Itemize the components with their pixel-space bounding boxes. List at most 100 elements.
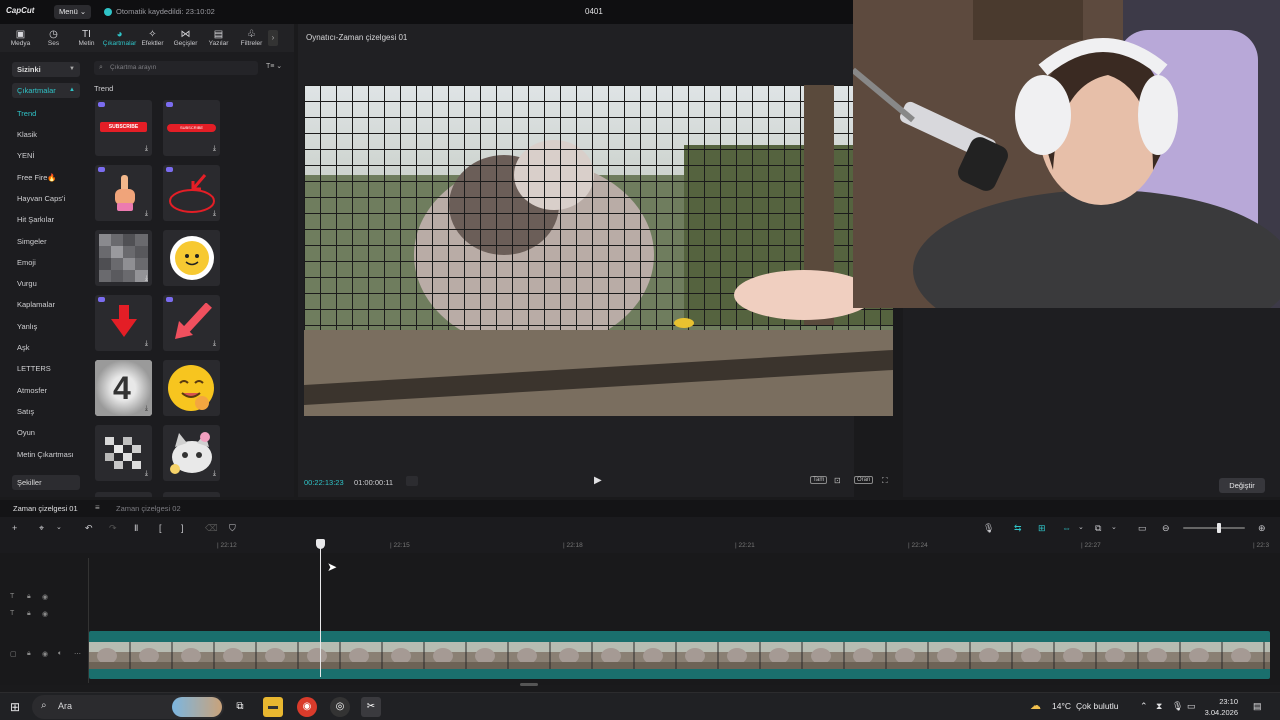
category-item[interactable]: Free Fire🔥	[17, 173, 57, 182]
lock-icon[interactable]: 🔒︎	[27, 593, 31, 601]
timeline-scrollbar[interactable]	[520, 683, 538, 686]
chrome-icon[interactable]: ◉	[297, 697, 317, 717]
category-item[interactable]: Emoji	[17, 258, 36, 267]
taskbar-clock[interactable]: 23:10 3.04.2026	[1200, 696, 1238, 718]
sticker-sun-flower[interactable]	[163, 230, 220, 286]
play-button[interactable]: ▶	[594, 475, 602, 486]
fullscreen-mode-button[interactable]: Tam	[810, 476, 828, 484]
microphone-icon[interactable]: 🎙	[1172, 701, 1183, 712]
capcut-icon[interactable]: ✂	[361, 697, 381, 717]
zoom-out-icon[interactable]: ⊖	[1162, 523, 1170, 534]
trim-right-icon[interactable]: ]	[181, 523, 184, 533]
chevron-down-icon[interactable]: ⌄	[1111, 523, 1117, 531]
fullscreen-icon[interactable]: ⛶	[882, 476, 888, 486]
task-view-icon[interactable]: ⧉	[230, 697, 250, 717]
category-item[interactable]: YENİ	[17, 151, 35, 160]
tab-captions[interactable]: ▤ Yazılar	[202, 24, 235, 52]
sticker-pixel-blur-2[interactable]: ⤓	[95, 425, 152, 481]
tab-audio[interactable]: ◷ Ses	[37, 24, 70, 52]
category-item[interactable]: Yanlış	[17, 322, 37, 331]
audio-device-icon[interactable]: ⧗	[1156, 701, 1162, 712]
category-item[interactable]: Hayvan Caps'i	[17, 194, 65, 203]
shapes-dropdown[interactable]: Şekiller	[12, 475, 80, 490]
sticker-subscribe-bell[interactable]: SUBSCRIBE ⤓	[163, 100, 220, 156]
sticker-hand-pointing[interactable]: ⤓	[95, 165, 152, 221]
sticker-red-circle-arrow[interactable]: ⤓	[163, 165, 220, 221]
tab-transitions[interactable]: ⋈ Geçişler	[169, 24, 202, 52]
display-icon[interactable]: ▭	[1187, 701, 1196, 712]
category-item[interactable]: Klasik	[17, 130, 37, 139]
aspect-ratio-button[interactable]: Oran	[854, 476, 874, 484]
category-item[interactable]: Aşk	[17, 343, 30, 352]
tray-chevron-icon[interactable]: ⌃	[1140, 701, 1148, 712]
notification-icon[interactable]: ▤	[1253, 701, 1262, 712]
timeline-ruler[interactable]: | 22:12 | 22:15 | 22:18 | 22:21 | 22:24 …	[0, 539, 1280, 553]
split-view-icon[interactable]: ⧉	[1095, 523, 1101, 534]
playhead-handle[interactable]	[316, 539, 325, 549]
sticker-yummy-emoji[interactable]	[163, 360, 220, 416]
chevron-down-icon[interactable]: ⌄	[56, 523, 62, 531]
zoom-in-icon[interactable]: ⊕	[1258, 523, 1266, 534]
screenshot-icon[interactable]: ⊡	[834, 476, 841, 485]
zoom-slider-handle[interactable]	[1217, 523, 1221, 533]
menu-button[interactable]: Menü ⌄	[54, 5, 92, 19]
speaker-icon[interactable]: 🔈︎	[58, 650, 62, 658]
stickers-dropdown[interactable]: Çıkartmalar ▲	[12, 83, 80, 98]
tab-timeline-1[interactable]: Zaman çizelgesi 01	[13, 504, 78, 513]
microphone-icon[interactable]: 🎙	[983, 523, 994, 534]
category-item[interactable]: Vurgu	[17, 279, 37, 288]
playhead-line[interactable]	[320, 539, 321, 677]
lock-icon[interactable]: 🔒︎	[27, 610, 31, 618]
sticker-pixel-blur[interactable]: ⤓	[95, 230, 152, 286]
more-icon[interactable]: ⋯	[74, 650, 81, 658]
split-icon[interactable]: Ⅱ	[134, 523, 138, 534]
windows-start-icon[interactable]: ⊞	[10, 700, 20, 714]
tab-text[interactable]: TI Metin	[70, 24, 103, 52]
sticker-search-input[interactable]: ⌕ Çıkartma arayın	[94, 61, 258, 75]
eye-icon[interactable]: ◉	[42, 650, 48, 658]
eye-icon[interactable]: ◉	[42, 593, 48, 601]
eye-icon[interactable]: ◉	[42, 610, 48, 618]
source-dropdown[interactable]: Sizinki ▼	[12, 62, 80, 77]
category-item[interactable]: Metin Çıkartması	[17, 450, 74, 459]
video-clip[interactable]	[89, 631, 1270, 679]
tab-timeline-2[interactable]: Zaman çizelgesi 02	[116, 504, 181, 513]
tab-filters[interactable]: ♧ Filtreler	[235, 24, 268, 52]
undo-icon[interactable]: ↶	[85, 523, 93, 534]
category-item[interactable]: Trend	[17, 109, 36, 118]
change-button[interactable]: Değiştir	[1219, 478, 1265, 493]
sticker-red-arrow-diagonal[interactable]: ⤓	[163, 295, 220, 351]
lock-icon[interactable]: 🔒︎	[27, 650, 31, 658]
marker-icon[interactable]: ⛉	[229, 523, 236, 534]
chevron-down-icon[interactable]: ⌄	[1078, 523, 1084, 531]
sticker-cat-meme[interactable]: ⤓	[163, 425, 220, 481]
category-item[interactable]: LETTERS	[17, 364, 51, 373]
category-item[interactable]: Atmosfer	[17, 386, 47, 395]
sticker-subscribe[interactable]: SUBSCRIBE ⤓	[95, 100, 152, 156]
trim-left-icon[interactable]: [	[159, 523, 162, 533]
toolbar-more-button[interactable]: ›	[268, 30, 278, 46]
add-icon[interactable]: +	[12, 523, 17, 533]
sticker-red-arrow-down[interactable]: ⤓	[95, 295, 152, 351]
sticker-countdown-4[interactable]: 4 ⤓	[95, 360, 152, 416]
list-icon[interactable]: ≡	[95, 503, 100, 512]
redo-icon[interactable]: ↷	[109, 523, 117, 534]
tab-stickers[interactable]: ◕ Çıkartmalar	[103, 24, 137, 52]
cover-icon[interactable]: ▢	[10, 650, 17, 658]
zoom-slider[interactable]	[1183, 523, 1245, 533]
tab-media[interactable]: ▣ Medya	[4, 24, 37, 52]
category-item[interactable]: Oyun	[17, 428, 35, 437]
category-item[interactable]: Hit Şarkılar	[17, 215, 54, 224]
filter-button[interactable]: T≡ ⌄	[266, 62, 282, 70]
delete-icon[interactable]: ⌫	[205, 523, 218, 534]
link-clips-icon[interactable]: ⇆	[1014, 523, 1022, 534]
select-cursor-icon[interactable]: ⌖	[39, 523, 44, 534]
video-preview[interactable]	[304, 85, 893, 416]
category-item[interactable]: Kaplamalar	[17, 300, 55, 309]
taskbar-search[interactable]: ⌕ Ara	[32, 695, 224, 719]
magnet-icon[interactable]: ⊞	[1038, 523, 1046, 534]
file-explorer-icon[interactable]: ▬	[263, 697, 283, 717]
tab-effects[interactable]: ✧ Efektler	[136, 24, 169, 52]
category-item[interactable]: Simgeler	[17, 237, 47, 246]
preview-axis-icon[interactable]: ⇔	[1062, 523, 1071, 533]
